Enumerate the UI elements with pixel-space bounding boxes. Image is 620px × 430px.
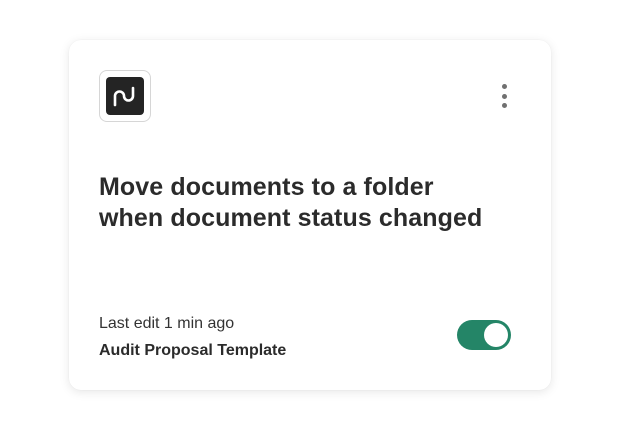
pandadoc-logo-icon <box>106 77 144 115</box>
more-vertical-icon-dot <box>501 103 507 108</box>
automation-card[interactable]: Move documents to a folder when document… <box>69 40 551 390</box>
more-vertical-icon <box>501 84 507 89</box>
automation-title: Move documents to a folder when document… <box>99 173 483 232</box>
last-edit-text: Last edit 1 min ago <box>99 315 235 332</box>
template-name: Audit Proposal Template <box>99 342 287 359</box>
app-logo <box>99 70 151 122</box>
automation-toggle[interactable] <box>457 320 511 350</box>
more-options-button[interactable] <box>497 82 511 110</box>
toggle-knob <box>484 323 508 347</box>
more-vertical-icon-dot <box>501 93 507 99</box>
automation-meta: Last edit 1 min ago Audit Proposal Templ… <box>99 314 286 361</box>
